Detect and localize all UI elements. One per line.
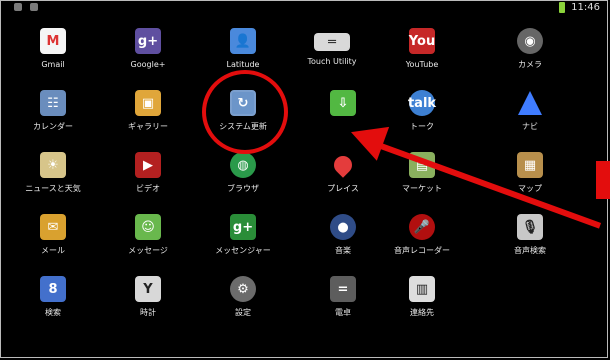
app-news-weather[interactable]: ☀ ニュースと天気 xyxy=(6,144,100,208)
app-voice-recorder[interactable]: 🎤 音声レコーダー xyxy=(375,206,469,270)
app-label: メール xyxy=(41,246,65,255)
touch-utility-icon: ═ xyxy=(314,33,350,51)
app-label: ビデオ xyxy=(136,184,160,193)
app-google-plus[interactable]: g+ Google+ xyxy=(101,20,195,84)
app-touch-utility[interactable]: ═ Touch Utility xyxy=(285,20,379,84)
gallery-icon: ▣ xyxy=(135,90,161,116)
navigation-icon xyxy=(517,90,543,116)
app-navigation[interactable]: ナビ xyxy=(483,82,577,146)
app-label: マーケット xyxy=(402,184,442,193)
app-messages[interactable]: ☺ メッセージ xyxy=(101,206,195,270)
app-label: 時計 xyxy=(140,308,156,317)
app-video[interactable]: ▶ ビデオ xyxy=(101,144,195,208)
app-label: ギャラリー xyxy=(128,122,168,131)
status-icons-left xyxy=(14,3,38,11)
app-label: Google+ xyxy=(130,60,166,69)
app-label: カレンダー xyxy=(33,122,73,131)
search-icon: 8 xyxy=(40,276,66,302)
messages-icon: ☺ xyxy=(135,214,161,240)
app-label: 連絡先 xyxy=(410,308,434,317)
app-label: ニュースと天気 xyxy=(25,184,81,193)
latitude-icon: 👤 xyxy=(230,28,256,54)
app-label: メッセージ xyxy=(128,246,168,255)
talk-icon: talk xyxy=(408,90,436,116)
app-camera[interactable]: ◉ カメラ xyxy=(483,20,577,84)
app-label: 検索 xyxy=(45,308,61,317)
app-messenger[interactable]: g+ メッセンジャー xyxy=(196,206,290,270)
messenger-icon: g+ xyxy=(230,214,256,240)
clock-time: 11:46 xyxy=(571,2,600,13)
camera-icon: ◉ xyxy=(517,28,543,54)
clock-icon: Y xyxy=(135,276,161,302)
app-label: YouTube xyxy=(405,60,439,69)
browser-icon: ◍ xyxy=(230,152,256,178)
app-youtube[interactable]: You YouTube xyxy=(375,20,469,84)
app-label: カメラ xyxy=(518,60,542,69)
voice-recorder-icon: 🎤 xyxy=(409,214,435,240)
status-bar: 11:46 xyxy=(0,0,610,20)
youtube-icon: You xyxy=(409,28,435,54)
app-gallery[interactable]: ▣ ギャラリー xyxy=(101,82,195,146)
google-plus-icon: g+ xyxy=(135,28,161,54)
app-contacts[interactable]: ▥ 連絡先 xyxy=(375,268,469,332)
app-settings[interactable]: ⚙ 設定 xyxy=(196,268,290,332)
app-label: ブラウザ xyxy=(227,184,259,193)
calendar-icon: ☷ xyxy=(40,90,66,116)
settings-icon: ⚙ xyxy=(230,276,256,302)
app-calendar[interactable]: ☷ カレンダー xyxy=(6,82,100,146)
news-weather-icon: ☀ xyxy=(40,152,66,178)
usb-icon xyxy=(14,3,22,11)
app-label: Latitude xyxy=(226,60,260,69)
music-icon: ● xyxy=(330,214,356,240)
app-clock[interactable]: Y 時計 xyxy=(101,268,195,332)
app-label: Gmail xyxy=(41,60,65,69)
app-label: Touch Utility xyxy=(307,57,357,66)
app-label: メッセンジャー xyxy=(215,246,271,255)
voice-search-icon: 🎙 xyxy=(517,214,543,240)
map-pin-shape xyxy=(330,152,356,178)
contacts-icon: ▥ xyxy=(409,276,435,302)
highlight-circle xyxy=(202,70,288,154)
navigation-arrow-shape xyxy=(518,91,542,115)
status-icons-right: 11:46 xyxy=(559,2,600,13)
app-grid: M Gmail g+ Google+ 👤 Latitude ═ Touch Ut… xyxy=(0,20,610,340)
app-talk[interactable]: talk トーク xyxy=(375,82,469,146)
app-search[interactable]: 8 検索 xyxy=(6,268,100,332)
download-icon: ⇩ xyxy=(330,90,356,116)
video-icon: ▶ xyxy=(135,152,161,178)
app-email[interactable]: ✉ メール xyxy=(6,206,100,270)
maps-icon: ▦ xyxy=(517,152,543,178)
app-gmail[interactable]: M Gmail xyxy=(6,20,100,84)
notification-icon xyxy=(30,3,38,11)
edge-arrow-tail xyxy=(596,161,610,199)
calculator-icon: = xyxy=(330,276,356,302)
app-label: 設定 xyxy=(235,308,251,317)
places-icon xyxy=(330,152,356,178)
app-label: 音声検索 xyxy=(514,246,546,255)
email-icon: ✉ xyxy=(40,214,66,240)
gmail-icon: M xyxy=(40,28,66,54)
battery-icon xyxy=(559,2,566,13)
app-label: ナビ xyxy=(522,122,538,131)
app-label: 音声レコーダー xyxy=(394,246,450,255)
